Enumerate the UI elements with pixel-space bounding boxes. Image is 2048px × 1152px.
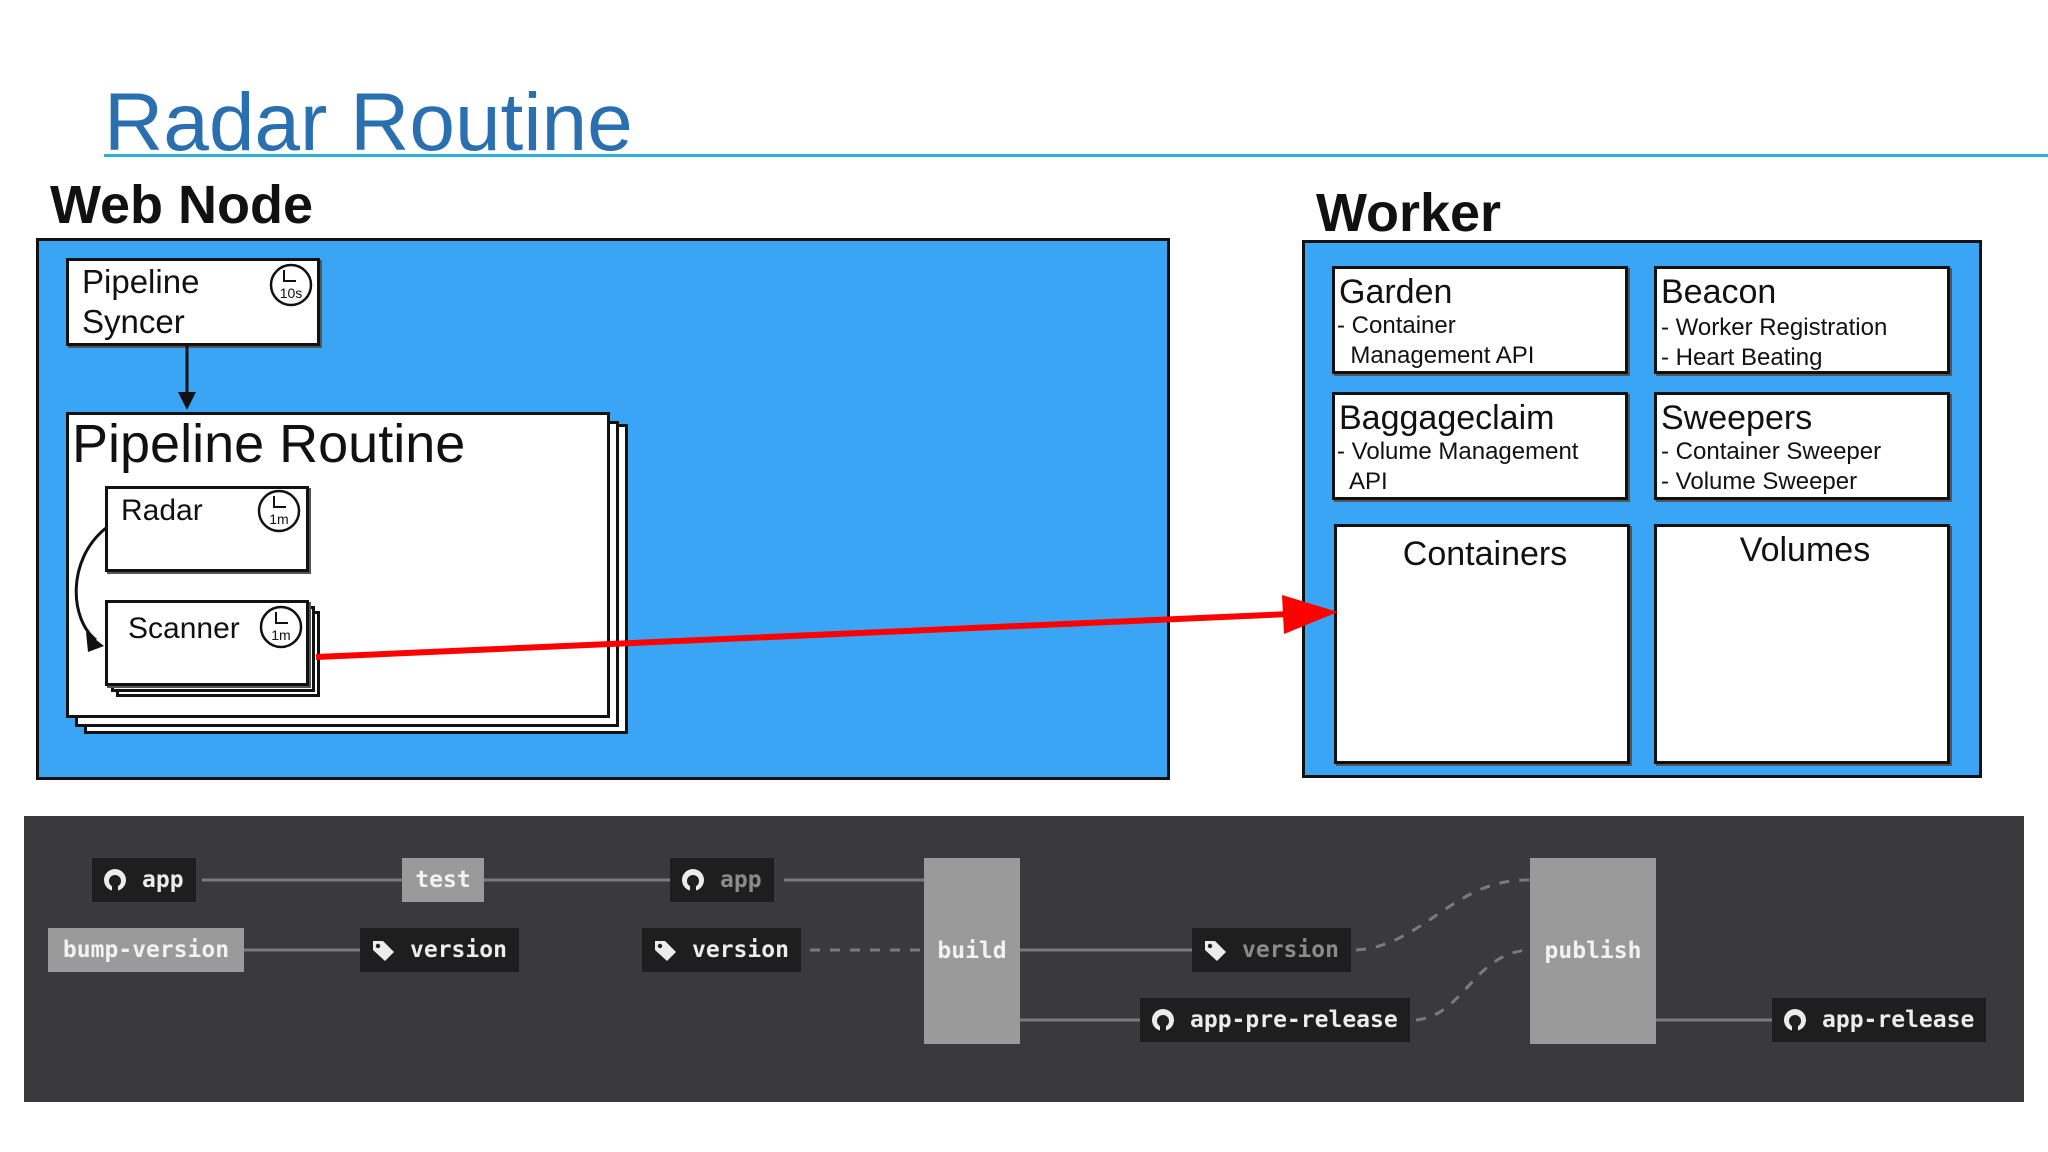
node-label: app-pre-release bbox=[1190, 1007, 1398, 1033]
pipeline-connections bbox=[202, 878, 1772, 1022]
github-icon bbox=[1784, 1009, 1806, 1033]
resource-app-input[interactable]: app bbox=[92, 858, 196, 902]
github-icon bbox=[1152, 1009, 1174, 1033]
scanner-to-containers-arrowhead bbox=[1282, 595, 1338, 634]
dashed-connector bbox=[1355, 878, 1531, 952]
node-label: bump-version bbox=[62, 937, 230, 963]
job-build[interactable]: build bbox=[924, 858, 1020, 1044]
resource-app-pre-release[interactable]: app-pre-release bbox=[1140, 998, 1410, 1042]
resource-version-1[interactable]: version bbox=[360, 928, 519, 972]
radar-to-scanner-arrow bbox=[74, 526, 107, 642]
node-label: build bbox=[937, 938, 1007, 964]
node-label: version bbox=[410, 937, 507, 963]
resource-app-release[interactable]: app-release bbox=[1772, 998, 1987, 1042]
scanner-to-containers-arrow bbox=[315, 611, 1291, 660]
tag-icon bbox=[1205, 941, 1226, 961]
job-bump-version[interactable]: bump-version bbox=[48, 928, 244, 972]
resource-version-2[interactable]: version bbox=[642, 928, 801, 972]
node-label: app bbox=[142, 867, 184, 893]
resource-version-output[interactable]: version bbox=[1192, 928, 1351, 972]
tag-icon bbox=[655, 941, 676, 961]
node-label: version bbox=[1242, 937, 1339, 963]
github-icon bbox=[104, 869, 126, 893]
node-label: test bbox=[415, 867, 471, 893]
resource-app-mid[interactable]: app bbox=[670, 858, 774, 902]
github-icon bbox=[682, 869, 704, 893]
job-test[interactable]: test bbox=[402, 858, 484, 902]
node-label: app-release bbox=[1822, 1007, 1975, 1033]
node-label: app bbox=[720, 867, 762, 893]
node-label: publish bbox=[1544, 938, 1642, 964]
tag-icon bbox=[373, 941, 394, 961]
dashed-connector bbox=[1415, 948, 1531, 1022]
radar-to-scanner-arrowhead bbox=[86, 632, 104, 652]
node-label: version bbox=[692, 937, 789, 963]
job-publish[interactable]: publish bbox=[1530, 858, 1656, 1044]
syncer-to-routine-arrowhead bbox=[178, 392, 196, 410]
